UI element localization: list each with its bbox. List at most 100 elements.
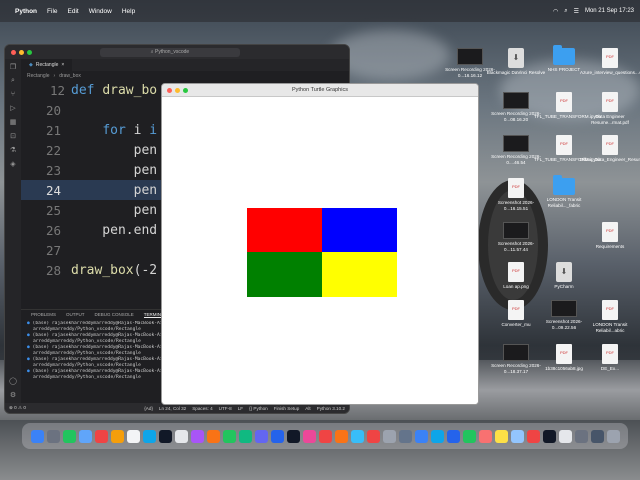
status-item[interactable]: {Ad} xyxy=(144,406,153,411)
desktop-icon[interactable]: PDF Requirements xyxy=(580,222,640,250)
line-number: 22 xyxy=(45,142,61,158)
dock-app-icon[interactable] xyxy=(302,429,316,443)
dock-app-icon[interactable] xyxy=(590,429,604,443)
dock-app-icon[interactable] xyxy=(254,429,268,443)
close-tab-icon[interactable]: × xyxy=(61,62,64,68)
close-button[interactable] xyxy=(11,49,16,55)
tab-problems[interactable]: PROBLEMS xyxy=(31,312,56,317)
desktop-icon[interactable]: LONDON Transit Reliabil..._fabric xyxy=(534,175,594,208)
clock[interactable]: Mon 21 Sep 17:23 xyxy=(585,8,634,14)
dock-app-icon[interactable] xyxy=(334,429,348,443)
zoom-button[interactable] xyxy=(183,88,188,93)
code-text: pen xyxy=(71,202,158,218)
dock-app-icon[interactable] xyxy=(78,429,92,443)
minimize-button[interactable] xyxy=(175,88,180,93)
code-text: pen xyxy=(71,182,158,198)
dock-app-icon[interactable] xyxy=(222,429,236,443)
dock-app-icon[interactable] xyxy=(478,429,492,443)
run-debug-icon[interactable]: ▷ xyxy=(10,104,15,112)
dock-app-icon[interactable] xyxy=(46,429,60,443)
python-icon[interactable]: ◈ xyxy=(10,160,15,168)
status-item[interactable]: {} Python xyxy=(249,406,268,411)
tab-rectangle[interactable]: ◆ Rectangle × xyxy=(21,59,73,71)
extensions-icon[interactable]: ▦ xyxy=(10,118,17,126)
menu-window[interactable]: Window xyxy=(89,8,112,15)
desktop-icon[interactable]: PDF LONDON Transit Reliabil...abric xyxy=(580,300,640,333)
dock-app-icon[interactable] xyxy=(94,429,108,443)
dock-app-icon[interactable] xyxy=(446,429,460,443)
menu-help[interactable]: Help xyxy=(122,8,135,15)
dock-app-icon[interactable] xyxy=(158,429,172,443)
dock-app-icon[interactable] xyxy=(494,429,508,443)
status-item[interactable]: Ln 24, Col 32 xyxy=(159,406,186,411)
dock-app-icon[interactable] xyxy=(318,429,332,443)
desktop-icon[interactable]: PDF Azure_interview_questions...410.pdf xyxy=(580,48,640,76)
dock-app-icon[interactable] xyxy=(366,429,380,443)
wifi-icon[interactable]: ◠ xyxy=(553,8,558,15)
dock-app-icon[interactable] xyxy=(462,429,476,443)
search-icon[interactable]: ⌕ xyxy=(11,77,15,85)
settings-gear-icon[interactable]: ⚙ xyxy=(10,391,16,399)
dock-app-icon[interactable] xyxy=(606,429,620,443)
menu-python[interactable]: Python xyxy=(15,8,37,15)
dock-app-icon[interactable] xyxy=(398,429,412,443)
tab-output[interactable]: OUTPUT xyxy=(66,312,85,317)
command-center-search[interactable]: ⌕ Python_vscode xyxy=(100,47,240,57)
line-number: 26 xyxy=(45,222,61,238)
zoom-button[interactable] xyxy=(27,49,32,55)
status-item[interactable]: UTF-8 xyxy=(219,406,232,411)
dock-app-icon[interactable] xyxy=(510,429,524,443)
turtle-window-title: Python Turtle Graphics xyxy=(292,87,348,93)
minimize-button[interactable] xyxy=(19,49,24,55)
dock-app-icon[interactable] xyxy=(286,429,300,443)
dock-app-icon[interactable] xyxy=(126,429,140,443)
dock-app-icon[interactable] xyxy=(574,429,588,443)
desktop-icon[interactable]: Screenshot 2026-0...11.57.44 xyxy=(486,222,546,252)
breadcrumb-symbol[interactable]: draw_box xyxy=(59,73,81,79)
remote-icon[interactable]: ⊡ xyxy=(10,132,16,140)
dock-app-icon[interactable] xyxy=(526,429,540,443)
tab-debug-console[interactable]: DEBUG CONSOLE xyxy=(95,312,134,317)
shot-icon xyxy=(503,135,529,152)
desktop-icon[interactable]: PDF DE_Ex... xyxy=(580,344,640,372)
status-item[interactable]: LF xyxy=(238,406,243,411)
dock-app-icon[interactable] xyxy=(190,429,204,443)
problems-count[interactable]: ⊗ 0 ⚠ 0 xyxy=(9,405,26,411)
file-icon: PDF xyxy=(602,300,618,320)
desktop-icon[interactable]: PDF Dilbar_Data_Engineer_Resume.pdf xyxy=(580,135,640,163)
dock-app-icon[interactable] xyxy=(238,429,252,443)
code-text: draw_box(-2 xyxy=(71,262,158,278)
desktop-icon[interactable]: PDF Data Engineer Resume...rmat.pdf xyxy=(580,92,640,125)
explorer-icon[interactable]: ❐ xyxy=(10,63,16,71)
search-icon[interactable]: ⌕ xyxy=(564,8,567,15)
account-icon[interactable]: ◯ xyxy=(9,377,17,385)
status-item[interactable]: Spaces: 4 xyxy=(192,406,212,411)
dock-app-icon[interactable] xyxy=(542,429,556,443)
menu-edit[interactable]: Edit xyxy=(68,8,79,15)
dock-app-icon[interactable] xyxy=(142,429,156,443)
desktop-icon[interactable]: ⬇ PyCharm xyxy=(534,262,594,290)
dock-app-icon[interactable] xyxy=(382,429,396,443)
dock-app-icon[interactable] xyxy=(270,429,284,443)
control-center-icon[interactable]: ☰ xyxy=(574,8,579,15)
testing-icon[interactable]: ⚗ xyxy=(10,146,16,154)
dock-app-icon[interactable] xyxy=(350,429,364,443)
dock-app-icon[interactable] xyxy=(430,429,444,443)
dock-app-icon[interactable] xyxy=(62,429,76,443)
dock-app-icon[interactable] xyxy=(174,429,188,443)
breadcrumb-file[interactable]: Rectangle xyxy=(27,73,50,79)
turtle-canvas[interactable] xyxy=(162,97,478,404)
dock-app-icon[interactable] xyxy=(558,429,572,443)
dock-app-icon[interactable] xyxy=(414,429,428,443)
file-icon: PDF xyxy=(602,48,618,68)
desktop-icon-label: LONDON Transit Reliabil..._fabric xyxy=(546,197,582,208)
status-item[interactable]: Alt xyxy=(305,406,310,411)
source-control-icon[interactable]: ⑂ xyxy=(11,91,15,98)
dock-app-icon[interactable] xyxy=(206,429,220,443)
close-button[interactable] xyxy=(167,88,172,93)
dock-app-icon[interactable] xyxy=(30,429,44,443)
menu-file[interactable]: File xyxy=(47,8,57,15)
dock-app-icon[interactable] xyxy=(110,429,124,443)
status-item[interactable]: Finish Setup xyxy=(274,406,300,411)
status-item[interactable]: Python 3.10.2 xyxy=(317,406,345,411)
